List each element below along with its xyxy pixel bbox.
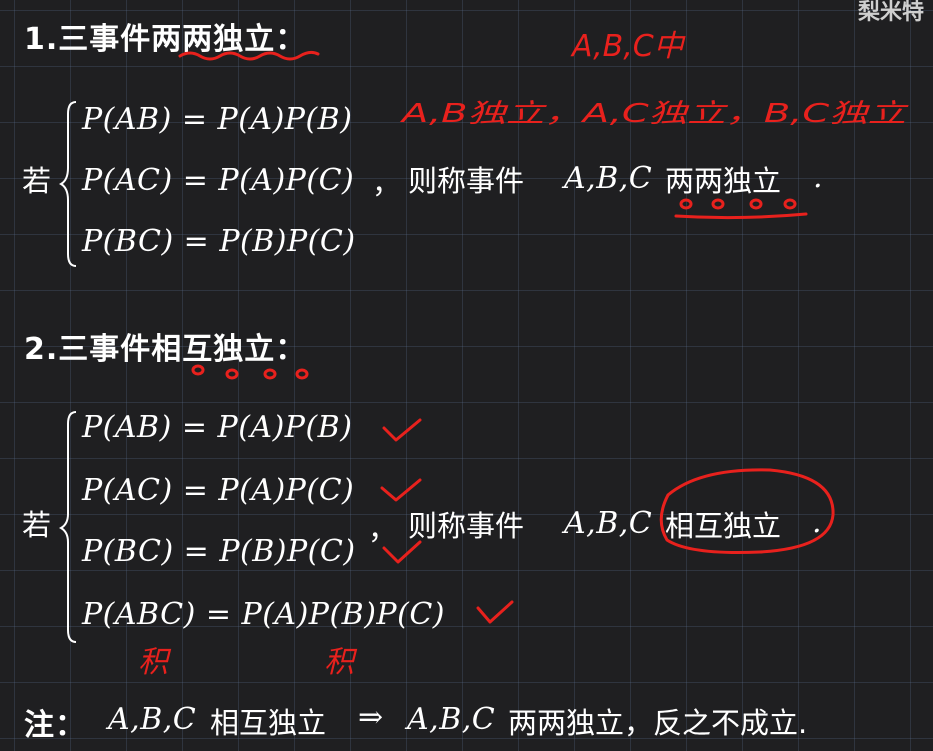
section2-then-text: 则称事件 <box>408 509 525 543</box>
section2-brace <box>58 411 77 643</box>
section2-eq-2: P(AC) = P(A)P(C) <box>82 473 355 508</box>
watermark: 梨米特 <box>858 0 925 25</box>
section2-eq-4: P(ABC) = P(A)P(B)P(C) <box>82 597 445 632</box>
section2-period: . <box>812 505 823 540</box>
section2-conclusion: 相互独立 <box>665 509 782 543</box>
underline-section1-conclusion <box>674 212 808 220</box>
emphasis-dot-7 <box>263 368 277 380</box>
section1-eq-3: P(BC) = P(B)P(C) <box>82 224 356 259</box>
section1-events: A,B,C <box>564 161 653 196</box>
note-label: 注： <box>24 708 86 743</box>
emphasis-dot-4 <box>783 198 797 210</box>
section1-period: . <box>813 160 824 195</box>
section2-eq-3: P(BC) = P(B)P(C) <box>82 534 356 569</box>
section1-eq-1: P(AB) = P(A)P(B) <box>82 102 353 137</box>
emphasis-dot-1 <box>679 198 693 210</box>
check-mark-1 <box>382 418 422 442</box>
section1-brace <box>58 101 77 267</box>
section2-ruo: 若 <box>22 508 52 542</box>
handwritten-top-note: A,B,C中 <box>570 29 687 64</box>
check-mark-4 <box>476 600 514 624</box>
section1-ruo: 若 <box>22 164 52 198</box>
section1-title: 1.三事件两两独立： <box>24 22 307 57</box>
note-events-1: A,B,C <box>108 702 197 737</box>
handwritten-product-2: 积 <box>324 645 358 680</box>
handwritten-pairs-note: A,B独立，A,C独立，B,C独立 <box>399 99 909 129</box>
section1-then-text: 则称事件 <box>408 164 525 198</box>
section1-comma: ， <box>372 166 402 200</box>
emphasis-dot-3 <box>749 198 763 210</box>
section1-eq-2: P(AC) = P(A)P(C) <box>82 163 355 198</box>
emphasis-dot-6 <box>225 368 239 380</box>
emphasis-dot-8 <box>295 368 309 380</box>
note-events-2: A,B,C <box>407 702 496 737</box>
note-implies-symbol: ⇒ <box>358 700 384 735</box>
section2-comma: ， <box>368 512 398 546</box>
section1-conclusion: 两两独立 <box>665 164 782 198</box>
note-text-1: 相互独立 <box>210 706 327 740</box>
handwritten-product-1: 积 <box>138 645 172 680</box>
section2-eq-1: P(AB) = P(A)P(B) <box>82 410 353 445</box>
section2-title: 2.三事件相互独立： <box>24 332 307 367</box>
note-text-2: 两两独立，反之不成立. <box>508 706 808 740</box>
check-mark-2 <box>380 478 422 502</box>
section2-events: A,B,C <box>564 506 653 541</box>
emphasis-dot-2 <box>711 198 725 210</box>
